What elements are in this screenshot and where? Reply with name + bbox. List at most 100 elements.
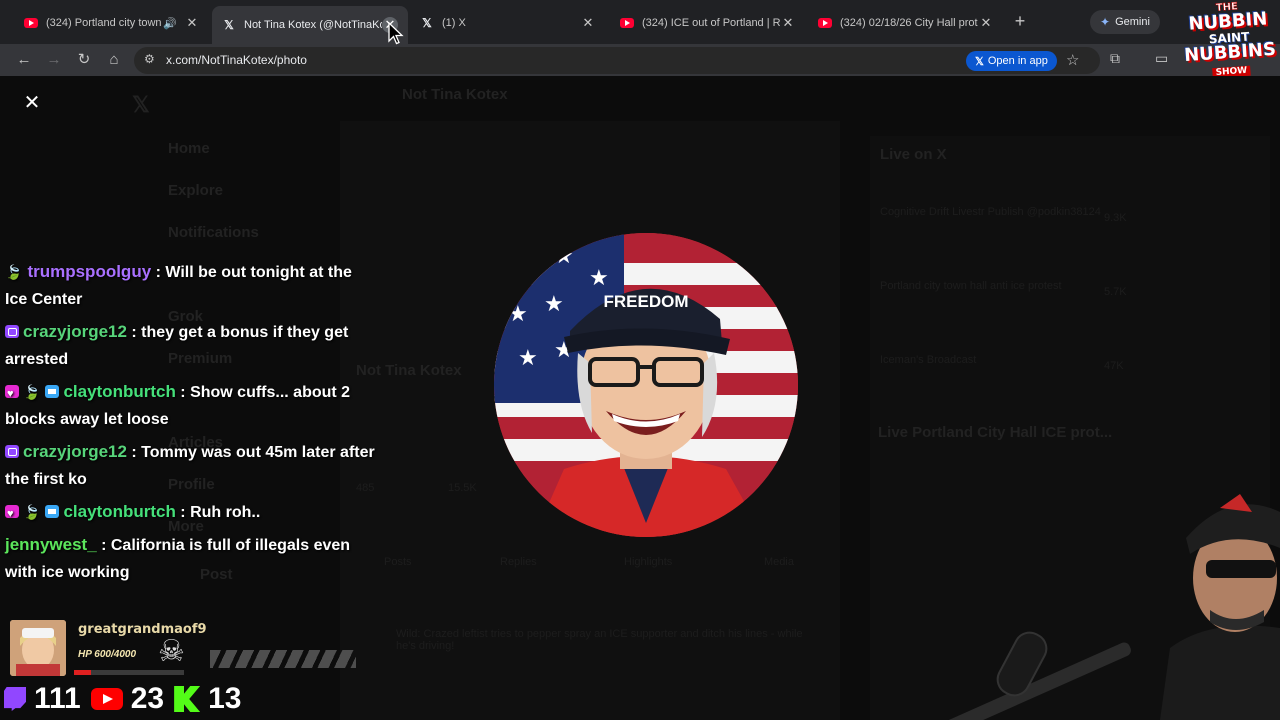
youtube-icon <box>90 688 123 710</box>
youtube-count-value: 23 <box>130 682 165 715</box>
x-logo-icon: 𝕏 <box>224 18 234 32</box>
kick-count: 13 <box>174 682 242 716</box>
followers-count: 15.5K <box>448 482 477 494</box>
chat-username: claytonburtch <box>63 502 176 521</box>
kick-icon <box>174 686 201 712</box>
moderator-badge-icon <box>45 505 60 518</box>
heart-badge-icon <box>5 501 19 528</box>
youtube-icon <box>620 16 634 30</box>
nav-notifications: Notifications <box>168 224 259 241</box>
logo-line: NUBBINS <box>1183 38 1277 67</box>
hp-username: greatgrandmaof9 <box>78 622 207 637</box>
webcam-illustration <box>1160 494 1280 720</box>
bookmark-star-icon[interactable]: ☆ <box>1066 51 1079 69</box>
gemini-button[interactable]: ✦ Gemini <box>1090 10 1160 34</box>
hp-widget: greatgrandmaof9 ☠ HP 600/4000 <box>10 620 360 680</box>
address-bar[interactable]: ⚙ x.com/NotTinaKotex/photo 𝕏 Open in app… <box>134 47 1100 74</box>
home-button[interactable]: ⌂ <box>103 49 125 71</box>
svg-text:★: ★ <box>518 346 538 371</box>
profile-photo[interactable]: ★★★ ★★★ ★★★ FREEDOM <box>494 233 798 537</box>
tab-not-tina-kotex[interactable]: 𝕏 Not Tina Kotex (@NotTinaKotex ✕ <box>212 6 408 44</box>
new-tab-button[interactable]: + <box>1010 10 1030 34</box>
hp-bar <box>74 670 184 675</box>
heart-badge-icon <box>5 381 19 408</box>
chat-username: claytonburtch <box>63 382 176 401</box>
twitch-count: 111 <box>4 682 81 716</box>
live-item: Portland city town hall anti ice protest <box>880 280 1062 292</box>
sidebar-icon[interactable]: ▭ <box>1155 50 1168 67</box>
skull-icon: ☠ <box>158 635 185 668</box>
open-in-app-button[interactable]: 𝕏 Open in app <box>966 51 1057 71</box>
speaker-icon[interactable]: 🔊 <box>162 17 178 30</box>
youtube-icon <box>818 16 832 30</box>
show-logo: THE NUBBIN SAINT NUBBINS SHOW <box>1178 0 1280 79</box>
svg-text:★: ★ <box>589 266 609 291</box>
viewer-counts: 111 23 13 <box>4 682 242 716</box>
url-text: x.com/NotTinaKotex/photo <box>166 53 307 67</box>
chat-username: crazyjorge12 <box>23 322 127 341</box>
tab-strip: (324) Portland city town hal 🔊 ✕ 𝕏 Not T… <box>0 0 1280 44</box>
tab-media: Media <box>764 556 794 568</box>
chat-username: jennywest_ <box>5 535 97 554</box>
mouse-cursor-icon <box>388 22 404 45</box>
tab-close-icon[interactable]: ✕ <box>978 15 994 31</box>
screen: (324) Portland city town hal 🔊 ✕ 𝕏 Not T… <box>0 0 1280 720</box>
logo-line: NUBBIN <box>1187 8 1268 35</box>
x-nav-logo-icon: 𝕏 <box>132 92 150 117</box>
chat-text: Ruh roh.. <box>190 504 261 521</box>
tab-youtube-ice-out[interactable]: (324) ICE out of Portland | Revo ✕ <box>610 8 806 38</box>
tab-youtube-city-hall[interactable]: (324) 02/18/26 City Hall protest ✕ <box>808 8 1004 38</box>
twitch-count-value: 111 <box>34 682 81 715</box>
subscriber-badge-icon <box>5 445 19 458</box>
site-info-icon[interactable]: ⚙ <box>144 52 155 66</box>
live-header: Live on X <box>880 146 947 163</box>
webcam-feed <box>1140 478 1280 720</box>
reload-button[interactable]: ↻ <box>73 49 95 71</box>
tab-youtube-town-hall[interactable]: (324) Portland city town hal 🔊 ✕ <box>14 8 210 38</box>
tab-highlights: Highlights <box>624 556 673 568</box>
tab-close-icon[interactable]: ✕ <box>780 15 796 31</box>
profile-photo-illustration: ★★★ ★★★ ★★★ FREEDOM <box>494 233 798 537</box>
subscriber-badge-icon <box>5 325 19 338</box>
chat-username: trumpspoolguy <box>27 262 152 281</box>
tab-title: (324) 02/18/26 City Hall protest <box>840 17 978 29</box>
chat-message: crazyjorge12 : they get a bonus if they … <box>5 322 349 368</box>
moderator-badge-icon <box>45 385 60 398</box>
leaf-badge-icon: 🍃 <box>23 504 41 520</box>
hp-text: HP 600/4000 <box>78 649 137 660</box>
hp-avatar-illustration <box>10 620 66 676</box>
youtube-count: 23 <box>90 682 165 716</box>
extensions-icon[interactable]: ⧉ <box>1110 50 1120 67</box>
hp-bar-fill <box>74 670 91 675</box>
hp-stripes-decoration <box>210 650 356 668</box>
chat-message: crazyjorge12 : Tommy was out 45m later a… <box>5 442 375 488</box>
tab-title: (324) Portland city town hal <box>46 17 162 29</box>
tab-x-home[interactable]: 𝕏 (1) X ✕ <box>410 8 606 38</box>
live-item: Iceman's Broadcast <box>880 354 977 366</box>
live-item: Cognitive Drift Livestr Publish @podkin3… <box>880 206 1101 218</box>
tab-close-icon[interactable]: ✕ <box>580 15 596 31</box>
chat-message: 🍃claytonburtch : Ruh roh.. <box>5 498 375 528</box>
x-logo-icon: 𝕏 <box>422 16 432 30</box>
chat-overlay: 🍃 trumpspoolguy : Will be out tonight at … <box>5 258 375 591</box>
cap-text: FREEDOM <box>604 292 689 311</box>
tab-title: (1) X <box>442 17 466 29</box>
back-button[interactable]: ← <box>13 49 35 71</box>
kick-count-value: 13 <box>208 682 242 715</box>
chat-username: crazyjorge12 <box>23 442 127 461</box>
live-player-title: Live Portland City Hall ICE prot... <box>878 424 1113 441</box>
chat-message: 🍃 trumpspoolguy : Will be out tonight at … <box>5 258 375 313</box>
gemini-label: Gemini <box>1115 16 1150 28</box>
live-count: 5.7K <box>1104 286 1127 298</box>
tab-close-icon[interactable]: ✕ <box>184 15 200 31</box>
hp-user-avatar <box>10 620 66 676</box>
forward-button[interactable]: → <box>43 49 65 71</box>
live-count: 9.3K <box>1104 212 1127 224</box>
twitch-icon <box>4 687 26 711</box>
leaf-badge-icon: 🍃 <box>5 264 23 280</box>
tweet-text: Wild: Crazed leftist tries to pepper spr… <box>396 628 803 652</box>
nav-home: Home <box>168 140 210 157</box>
tab-title: Not Tina Kotex (@NotTinaKotex <box>244 19 382 31</box>
chat-message: 🍃claytonburtch : Show cuffs... about 2 b… <box>5 378 375 433</box>
close-icon[interactable]: ✕ <box>22 93 42 114</box>
